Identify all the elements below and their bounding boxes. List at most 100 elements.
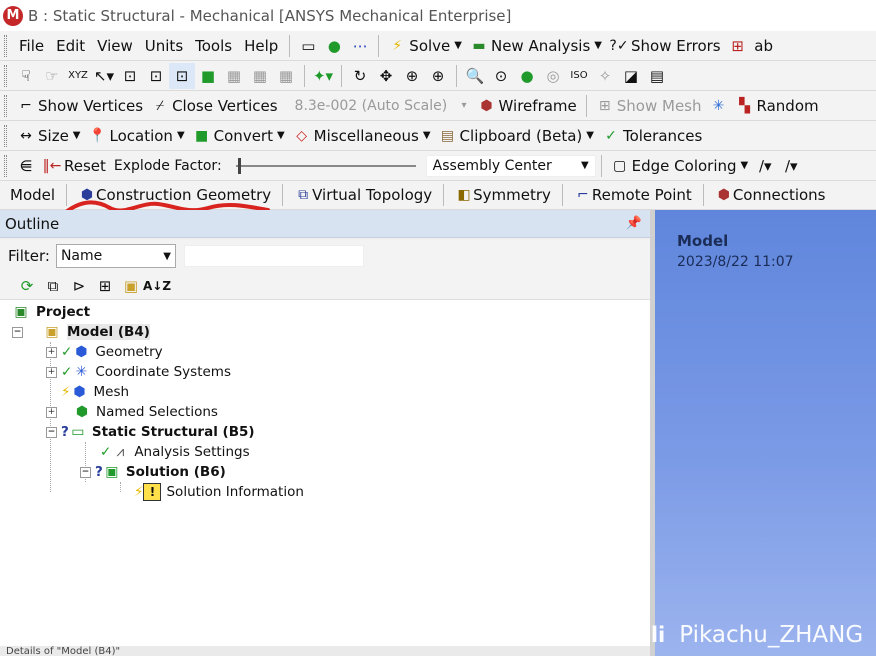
select-vertex-icon[interactable]: ⊡ bbox=[117, 63, 143, 89]
location-button[interactable]: 📍 Location ▼ bbox=[85, 123, 189, 149]
tree-item-coordinate-systems[interactable]: + ✓ ✳ Coordinate Systems bbox=[46, 362, 231, 382]
filter-search-input[interactable] bbox=[183, 245, 364, 267]
auto-scale-dropdown[interactable]: 8.3e-002 (Auto Scale) ▾ bbox=[288, 95, 474, 117]
pan-icon[interactable]: ✥ bbox=[373, 63, 399, 89]
chevron-down-icon[interactable]: ▼ bbox=[454, 40, 462, 51]
explode-icon[interactable]: ⋹ bbox=[13, 153, 39, 179]
tree-item-static-structural[interactable]: − ? ▭ Static Structural (B5) bbox=[46, 422, 255, 442]
edge-coloring-button[interactable]: ▢ Edge Coloring ▼ bbox=[607, 153, 753, 179]
set-view-icon[interactable]: ✧ bbox=[592, 63, 618, 89]
menu-edit[interactable]: Edit bbox=[50, 33, 91, 59]
edge-direction-icon[interactable]: ∕▾ bbox=[778, 153, 804, 179]
chevron-down-icon[interactable]: ▼ bbox=[73, 130, 81, 141]
menu-file[interactable]: File bbox=[13, 33, 50, 59]
probe-icon[interactable]: ☟ bbox=[13, 63, 39, 89]
next-view-icon[interactable]: ◎ bbox=[540, 63, 566, 89]
menu-view[interactable]: View bbox=[91, 33, 139, 59]
viewports-icon[interactable]: ▤ bbox=[644, 63, 670, 89]
show-vertices-button[interactable]: ⌐ Show Vertices bbox=[13, 93, 147, 119]
select-element-face-icon[interactable]: ▦ bbox=[247, 63, 273, 89]
tree-sync-icon[interactable]: ⋯ bbox=[347, 33, 373, 59]
miscellaneous-button[interactable]: ◇ Miscellaneous ▼ bbox=[289, 123, 435, 149]
expand-all-icon[interactable]: ⊞ bbox=[92, 273, 118, 299]
refresh-tree-icon[interactable]: ⟳ bbox=[14, 273, 40, 299]
new-analysis-button[interactable]: ▬ New Analysis ▼ bbox=[466, 33, 606, 59]
wireframe-button[interactable]: ⬢ Wireframe bbox=[474, 93, 581, 119]
tolerances-button[interactable]: ✓ Tolerances bbox=[598, 123, 706, 149]
expand-toggle[interactable]: + bbox=[46, 406, 57, 418]
close-vertices-button[interactable]: ⌿ Close Vertices bbox=[147, 93, 281, 119]
chevron-down-icon[interactable]: ▼ bbox=[177, 130, 185, 141]
previous-view-icon[interactable]: ● bbox=[514, 63, 540, 89]
chevron-down-icon[interactable]: ▼ bbox=[741, 160, 749, 171]
menu-help[interactable]: Help bbox=[238, 33, 284, 59]
sort-az-icon[interactable]: A↓Z bbox=[143, 273, 171, 299]
command-prompt-icon[interactable]: ▭ bbox=[295, 33, 321, 59]
rotate-icon[interactable]: ↻ bbox=[347, 63, 373, 89]
explode-factor-slider[interactable] bbox=[235, 156, 416, 176]
expand-toggle[interactable]: + bbox=[46, 346, 57, 358]
random-colors-button[interactable]: ✳ bbox=[706, 93, 732, 119]
menu-tools[interactable]: Tools bbox=[189, 33, 238, 59]
collapse-toggle[interactable]: − bbox=[80, 466, 91, 478]
select-edge-icon[interactable]: ⊡ bbox=[143, 63, 169, 89]
chevron-down-icon[interactable]: ▼ bbox=[277, 130, 285, 141]
tree-item-solution-information[interactable]: ⚡ ! Solution Information bbox=[134, 482, 304, 502]
select-face-icon[interactable]: ⊡ bbox=[169, 62, 195, 89]
random-button[interactable]: ▚ Random bbox=[732, 93, 823, 119]
box-zoom-icon[interactable]: ⊕ bbox=[425, 63, 451, 89]
zoom-to-fit-icon[interactable]: 🔍 bbox=[462, 63, 488, 89]
tab-symmetry[interactable]: ◧ Symmetry bbox=[449, 182, 557, 208]
chevron-down-icon[interactable]: ▼ bbox=[423, 130, 431, 141]
extend-selection-icon[interactable]: ✦▾ bbox=[310, 63, 336, 89]
tree-item-named-selections[interactable]: + ⬢ Named Selections bbox=[46, 402, 218, 422]
select-element-icon[interactable]: ▦ bbox=[273, 63, 299, 89]
tab-remote-point[interactable]: ⌐ Remote Point bbox=[568, 182, 698, 208]
tree-item-project[interactable]: ▣ Project bbox=[12, 302, 90, 322]
tab-model[interactable]: Model bbox=[4, 182, 61, 208]
select-body-icon[interactable]: ■ bbox=[195, 63, 221, 89]
wireframe-icon: ⬢ bbox=[480, 97, 493, 114]
expand-toggle[interactable]: + bbox=[46, 366, 57, 378]
filter-dropdown[interactable]: Name ▼ bbox=[55, 244, 176, 268]
iso-view-icon[interactable]: ISO bbox=[566, 63, 592, 89]
clipboard-button[interactable]: ▤ Clipboard (Beta) ▼ bbox=[435, 123, 598, 149]
tree-item-mesh[interactable]: ⚡ ⬢ Mesh bbox=[61, 382, 129, 402]
edge-style-icon[interactable]: ∕▾ bbox=[752, 153, 778, 179]
expand-objects-icon[interactable]: ⧉ bbox=[40, 273, 66, 299]
tab-connections[interactable]: ⬢ Connections bbox=[709, 182, 832, 208]
check-icon[interactable]: ● bbox=[321, 33, 347, 59]
slider-thumb[interactable] bbox=[237, 157, 241, 174]
collapse-toggle[interactable]: − bbox=[46, 426, 57, 438]
insert-image-icon[interactable]: ⊞ bbox=[725, 33, 751, 59]
chevron-down-icon[interactable]: ▼ bbox=[594, 40, 602, 51]
ansys-mechanical-logo: M bbox=[3, 5, 23, 26]
tab-virtual-topology[interactable]: ⧉ Virtual Topology bbox=[288, 182, 438, 208]
tree-item-analysis-settings[interactable]: ✓ ⩘ Analysis Settings bbox=[100, 442, 250, 462]
tree-item-geometry[interactable]: + ✓ ⬢ Geometry bbox=[46, 342, 163, 362]
collapse-toggle[interactable]: − bbox=[12, 326, 23, 338]
assembly-center-dropdown[interactable]: Assembly Center ▼ bbox=[425, 154, 596, 177]
zoom-icon[interactable]: ⊕ bbox=[399, 63, 425, 89]
show-mesh-button[interactable]: ⊞ Show Mesh bbox=[592, 93, 706, 119]
tree-item-model[interactable]: − ▣ Model (B4) bbox=[12, 322, 150, 342]
label-icon[interactable]: ☞ bbox=[39, 63, 65, 89]
graphics-viewport[interactable]: Model 2023/8/22 11:07 bbox=[655, 210, 876, 656]
collapse-environments-icon[interactable]: ⊳ bbox=[66, 273, 92, 299]
convert-button[interactable]: ■ Convert ▼ bbox=[189, 123, 289, 149]
solve-button[interactable]: ⚡ Solve ▼ bbox=[384, 33, 466, 59]
magnifier-window-icon[interactable]: ⊙ bbox=[488, 63, 514, 89]
reset-button[interactable]: ‖← Reset bbox=[39, 153, 110, 179]
pin-icon[interactable]: 📌 bbox=[626, 216, 642, 231]
tree-item-solution[interactable]: − ? ▣ Solution (B6) bbox=[80, 462, 226, 482]
folder-icon[interactable]: ▣ bbox=[118, 273, 144, 299]
display-mode-icon[interactable]: ◪ bbox=[618, 63, 644, 89]
menu-units[interactable]: Units bbox=[139, 33, 189, 59]
show-errors-button[interactable]: ?✓ Show Errors bbox=[606, 33, 725, 59]
chevron-down-icon[interactable]: ▼ bbox=[586, 130, 594, 141]
xyz-coordinate-icon[interactable]: XYZ bbox=[65, 63, 91, 89]
size-button[interactable]: ↔ Size ▼ bbox=[13, 123, 85, 149]
text-annotation-icon[interactable]: ab bbox=[751, 33, 777, 59]
select-mode-icon[interactable]: ↖▾ bbox=[91, 63, 117, 89]
select-node-icon[interactable]: ▦ bbox=[221, 63, 247, 89]
